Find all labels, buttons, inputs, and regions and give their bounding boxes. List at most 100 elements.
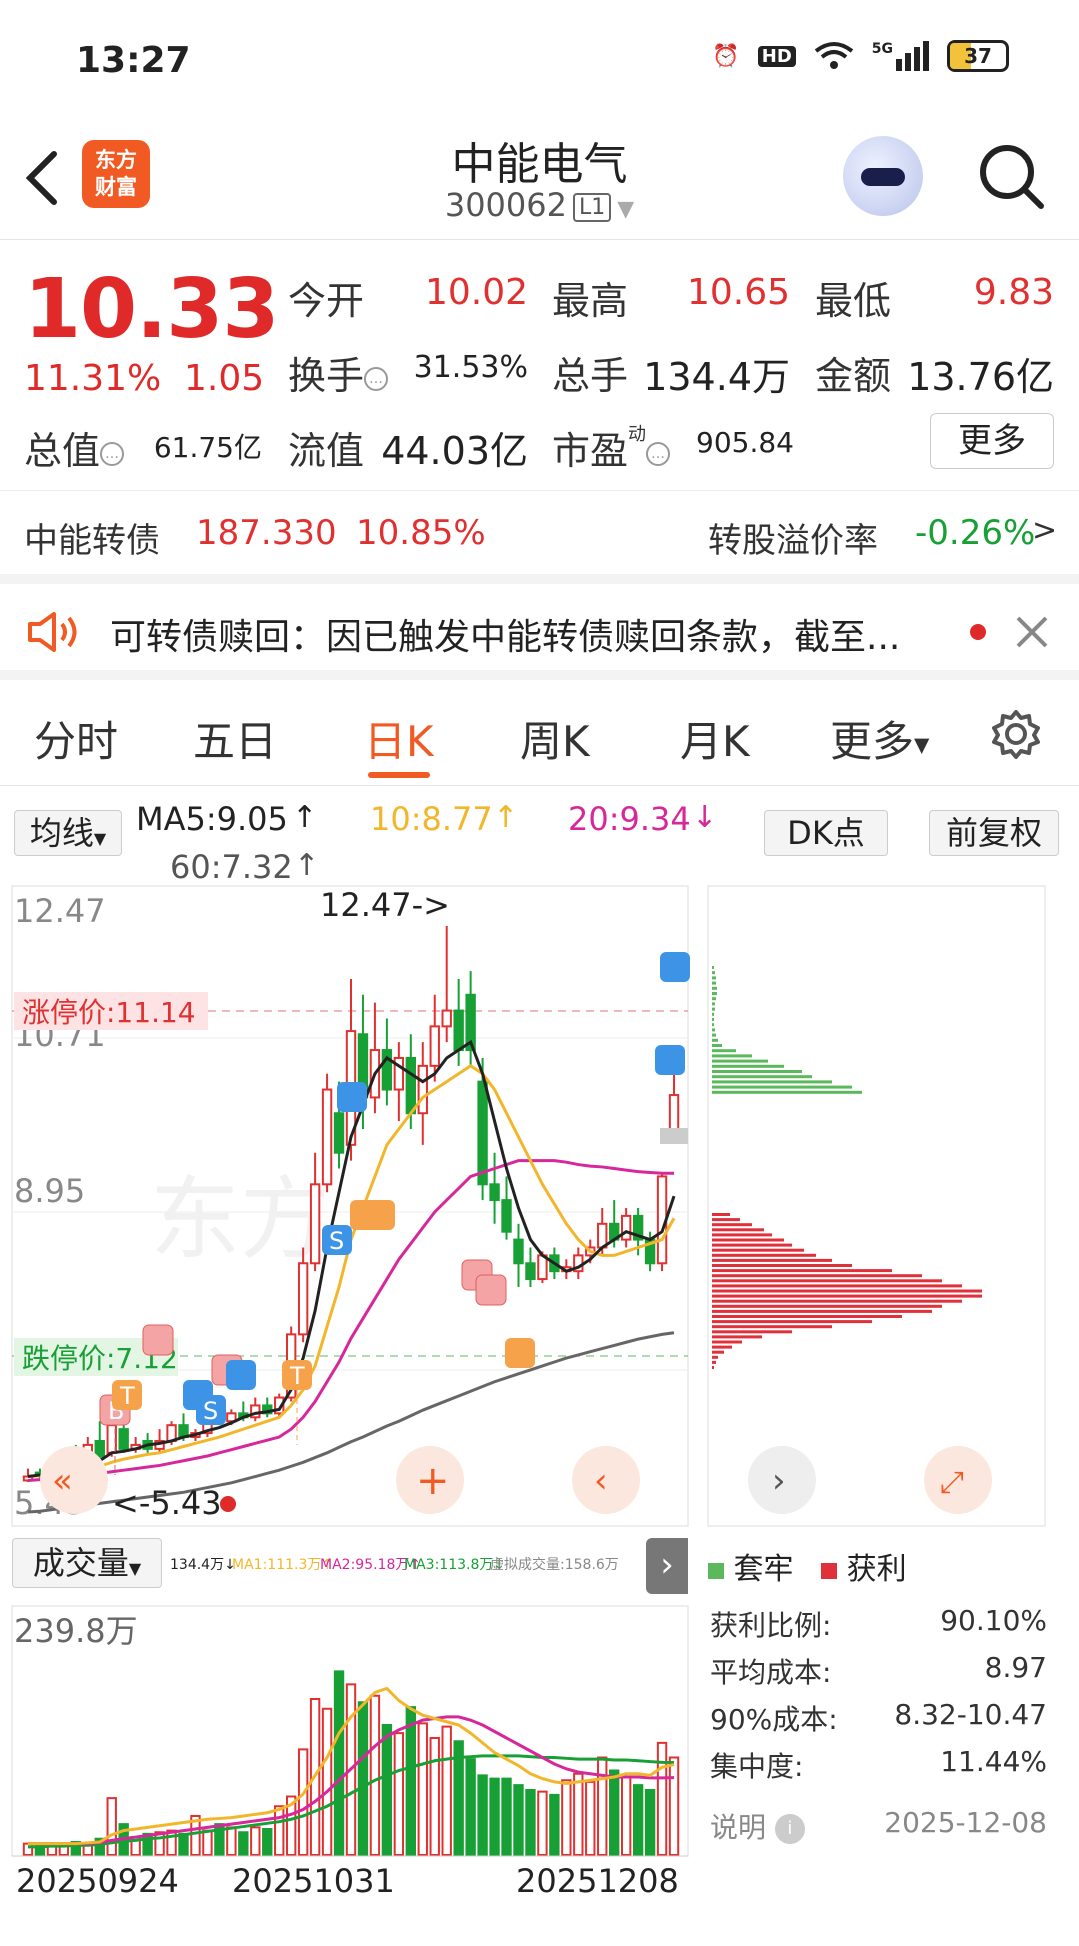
candle-body	[525, 1262, 536, 1281]
volume-bar	[441, 1725, 452, 1856]
mktcap-label: 总值…	[24, 420, 125, 475]
chip-distribution	[712, 966, 982, 1369]
float-label: 流值	[288, 429, 365, 473]
t-signal-label: T	[289, 1362, 305, 1390]
chip-profit-bar	[712, 1243, 792, 1247]
convertible-bond-row[interactable]: 中能转债 187.330 10.85% 转股溢价率 -0.26% >	[0, 490, 1079, 574]
t-signal-badge[interactable]	[365, 1200, 395, 1230]
battery-level: 37	[964, 44, 992, 68]
volume-bar	[333, 1670, 345, 1856]
chip-trapped-bar	[712, 1085, 852, 1089]
volume-bar	[274, 1805, 285, 1856]
pe-superscript: 动	[628, 424, 647, 445]
tab-weekly-k[interactable]: 周K	[520, 708, 590, 769]
concentration-value: 11.44%	[940, 1745, 1047, 1778]
chip-profit-bar	[712, 1345, 732, 1349]
chip-profit-bar	[712, 1350, 724, 1354]
chip-profit-bar	[712, 1330, 792, 1334]
candle-body	[441, 1009, 452, 1028]
buy-signal-badge[interactable]	[142, 1324, 174, 1356]
assistant-robot-icon[interactable]	[843, 136, 923, 216]
info-icon[interactable]: …	[646, 441, 671, 466]
volume-bar	[297, 1748, 309, 1856]
date-label-mid: 20251031	[232, 1862, 395, 1900]
info-icon[interactable]: …	[100, 441, 125, 466]
date-label-end: 20251208	[516, 1862, 679, 1900]
adjust-button[interactable]: 前复权	[929, 810, 1059, 856]
candle-body	[94, 1439, 105, 1458]
chip-trapped-bar	[712, 1070, 802, 1073]
bond-name: 中能转债	[24, 521, 160, 561]
chip-profit-bar	[712, 1315, 902, 1318]
volume-bar	[357, 1701, 369, 1856]
close-icon[interactable]	[1014, 614, 1050, 650]
level-badge: L1	[572, 192, 612, 222]
volume-bar	[178, 1832, 189, 1856]
tab-more[interactable]: 更多▼	[830, 708, 929, 769]
change-percent: 11.31%	[24, 358, 162, 399]
chevron-right-icon: >	[1032, 513, 1058, 548]
buy-signal-badge[interactable]	[475, 1274, 507, 1306]
avg-cost-value: 8.97	[984, 1651, 1047, 1684]
chip-profit-bar	[712, 1213, 730, 1216]
arrow-up-icon: ↑	[292, 800, 318, 835]
volume-y-label: 239.8万	[14, 1612, 138, 1650]
settings-gear-icon[interactable]	[990, 708, 1042, 760]
chip-trapped-bar	[712, 981, 716, 985]
change-amount: 1.05	[184, 358, 265, 399]
candle-body	[513, 1238, 524, 1265]
tab-five-day[interactable]: 五日	[193, 708, 277, 769]
sell-signal-badge[interactable]	[337, 1082, 367, 1112]
low-label: 最低	[815, 279, 892, 323]
note-link[interactable]: 说明 i	[710, 1806, 805, 1846]
volume-bar	[573, 1772, 584, 1856]
current-price-tag	[660, 1128, 688, 1144]
more-quote-button[interactable]: 更多	[930, 413, 1054, 469]
sell-signal-badge[interactable]	[226, 1360, 256, 1390]
expand-indicators-button[interactable]: ›	[646, 1538, 688, 1594]
sell-signal-badge[interactable]	[655, 1045, 685, 1075]
chip-profit-bar	[712, 1284, 962, 1288]
notice-banner[interactable]: 可转债赎回：因已触发中能转债赎回条款，截至...	[0, 574, 1079, 680]
sell-signal-label: S	[203, 1397, 218, 1425]
chip-frame	[707, 885, 1046, 1527]
expand-icon: ⤢	[940, 1465, 964, 1500]
notice-text: 可转债赎回：因已触发中能转债赎回条款，截至...	[110, 617, 901, 658]
ma-selector[interactable]: 均线▼	[14, 810, 122, 856]
chip-trapped-bar	[712, 976, 716, 980]
rewind-button[interactable]	[40, 1446, 108, 1514]
candle-body	[118, 1428, 129, 1450]
t-signal-badge[interactable]	[505, 1338, 535, 1368]
search-icon[interactable]	[975, 140, 1047, 212]
volume-bar	[525, 1789, 536, 1856]
dropdown-icon: ▼	[93, 829, 107, 848]
volume-bar	[644, 1789, 656, 1856]
tab-daily-k[interactable]: 日K	[364, 708, 434, 769]
volume-bar	[632, 1784, 644, 1856]
chip-profit-bar	[712, 1360, 716, 1364]
tab-intraday[interactable]: 分时	[34, 708, 118, 769]
chip-profit-bar	[712, 1320, 872, 1324]
tab-more-label: 更多	[830, 717, 915, 766]
chip-trapped-bar	[712, 1049, 736, 1053]
volume-bar	[620, 1776, 632, 1856]
kline-chart-area[interactable]: 东方 12.47 10.71 8.95 5.43 涨停价:11.14 跌停价:7…	[0, 880, 1079, 1940]
chip-legend: 套牢 获利	[708, 1544, 907, 1588]
chip-profit-bar	[712, 1228, 764, 1232]
chip-trapped-bar	[712, 966, 714, 969]
mktcap-label-text: 总值	[24, 429, 101, 473]
vol-ma1: MA1:111.3万↑	[232, 1557, 334, 1573]
volume-value: 134.4万	[643, 355, 790, 399]
volume-selector[interactable]: 成交量▼	[12, 1538, 162, 1588]
sell-signal-badge[interactable]	[660, 952, 690, 982]
volume-bar	[656, 1741, 668, 1856]
note-label: 说明	[710, 1811, 767, 1844]
tab-monthly-k[interactable]: 月K	[680, 708, 750, 769]
dk-points-button[interactable]: DK点	[764, 810, 888, 856]
ma-legend-row: 均线▼ MA5:9.05 ↑ 10:8.77 ↑ 20:9.34 ↓ 60:7.…	[0, 790, 1079, 890]
info-icon[interactable]: …	[364, 366, 389, 391]
volume-bar	[22, 1842, 34, 1856]
active-tab-indicator	[368, 772, 430, 778]
volume-bar	[381, 1724, 393, 1856]
chip-date: 2025-12-08	[884, 1806, 1047, 1839]
